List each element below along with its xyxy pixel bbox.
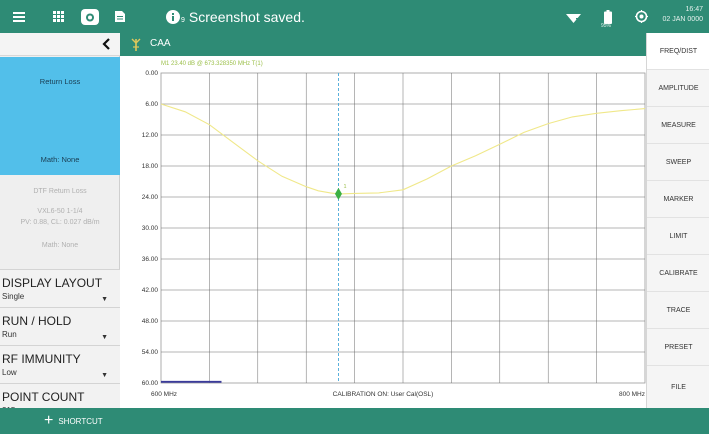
control-label: RF IMMUNITY [2,352,81,366]
main-plot-area: CAA M1 23.40 dB @ 673.328350 MHz T(1) 0.… [120,33,646,408]
antenna-icon [130,37,142,56]
shortcut-label: SHORTCUT [58,416,103,426]
dropdown-caret-icon: ▼ [101,372,108,379]
y-tick-label: 54.00 [142,349,159,356]
return-loss-chart[interactable]: M1 23.40 dB @ 673.328350 MHz T(1) 0.00 6.… [120,56,646,408]
menu-sweep[interactable]: SWEEP [647,144,709,181]
dropdown-caret-icon: ▼ [101,334,108,341]
battery-level: 95% [601,23,612,29]
y-tick-label: 60.00 [142,380,159,387]
measurement-math: Math: None [40,155,80,164]
menu-marker[interactable]: MARKER [647,181,709,218]
menu-preset[interactable]: PRESET [647,329,709,366]
plus-icon: + [44,412,54,429]
clock-time: 16:47 [685,6,703,13]
y-tick-label: 42.00 [142,287,159,294]
collapse-panel-button[interactable] [0,33,120,56]
calibration-status: CALIBRATION ON: User Cal(OSL) [333,391,434,398]
menu-trace[interactable]: TRACE [647,292,709,329]
chevron-left-icon [102,38,110,50]
start-frequency-label: 600 MHz [151,391,177,398]
trace-title-bar: CAA [120,33,646,56]
right-menu: FREQ/DIST AMPLITUDE MEASURE SWEEP MARKER… [646,33,709,408]
measurement-label: DTF Return Loss [33,188,87,195]
control-label: RUN / HOLD [2,314,72,328]
measurement-return-loss[interactable]: Return Loss Math: None [0,57,120,175]
rf-immunity-select[interactable]: RF IMMUNITY Low ▼ [0,345,120,383]
dropdown-caret-icon: ▼ [101,296,108,303]
run-hold-select[interactable]: RUN / HOLD Run ▼ [0,307,120,345]
y-tick-label: 48.00 [142,318,159,325]
trace-title: CAA [150,38,171,49]
y-tick-label: 0.00 [145,70,158,77]
control-label: POINT COUNT [2,390,85,404]
y-tick-label: 18.00 [142,163,159,170]
measurement-math: Math: None [41,242,79,249]
wifi-icon [564,0,582,33]
cable-params: PV: 0.88, CL: 0.027 dB/m [20,219,100,226]
clock-date: 02 JAN 0000 [662,16,703,23]
menu-calibrate[interactable]: CALIBRATE [647,255,709,292]
menu-amplitude[interactable]: AMPLITUDE [647,70,709,107]
control-value: Single [2,292,25,301]
bottom-bar: + SHORTCUT [0,408,709,434]
clock: 16:47 02 JAN 0000 [663,5,703,25]
toast-message: 9 Screenshot saved. [166,0,305,33]
left-panel: Return Loss Math: None DTF Return Loss V… [0,33,120,415]
menu-measure[interactable]: MEASURE [647,107,709,144]
y-tick-label: 30.00 [142,225,159,232]
toast-text: Screenshot saved. [188,8,305,25]
marker-readout: M1 23.40 dB @ 673.328350 MHz T(1) [161,61,263,67]
camera-icon[interactable] [78,0,102,33]
y-tick-label: 6.00 [145,101,158,108]
file-icon[interactable] [110,0,130,33]
y-axis-ticks: 0.00 6.00 12.00 18.00 24.00 30.00 36.00 42.00 48… [142,70,159,387]
top-status-bar: 9 Screenshot saved. 95% 16:47 02 JAN 000… [0,0,709,33]
shortcut-button[interactable]: + SHORTCUT [44,408,103,434]
app-window: 9 Screenshot saved. 95% 16:47 02 JAN 000… [0,0,709,434]
y-tick-label: 24.00 [142,194,159,201]
point-count-field[interactable]: POINT COUNT 315 [0,383,120,415]
measurement-label: Return Loss [39,77,81,86]
display-layout-select[interactable]: DISPLAY LAYOUT Single ▼ [0,269,120,307]
menu-freq-dist[interactable]: FREQ/DIST [647,33,709,70]
info-icon [166,9,180,24]
y-tick-label: 12.00 [142,132,159,139]
y-tick-label: 36.00 [142,256,159,263]
measurement-dtf-return-loss[interactable]: DTF Return Loss VXL6-50 1-1/4 PV: 0.88, … [0,177,120,269]
marker-number-label: 1 [343,184,346,190]
control-value: Low [2,368,17,377]
cable-name: VXL6-50 1-1/4 [37,208,83,215]
control-label: DISPLAY LAYOUT [2,276,103,290]
menu-limit[interactable]: LIMIT [647,218,709,255]
menu-file[interactable]: FILE [647,366,709,408]
toast-count: 9 [181,17,185,24]
apps-icon[interactable] [47,0,69,33]
stop-frequency-label: 800 MHz [619,391,645,398]
gps-icon [632,0,650,33]
menu-icon[interactable] [8,0,30,33]
control-value: Run [2,330,17,339]
